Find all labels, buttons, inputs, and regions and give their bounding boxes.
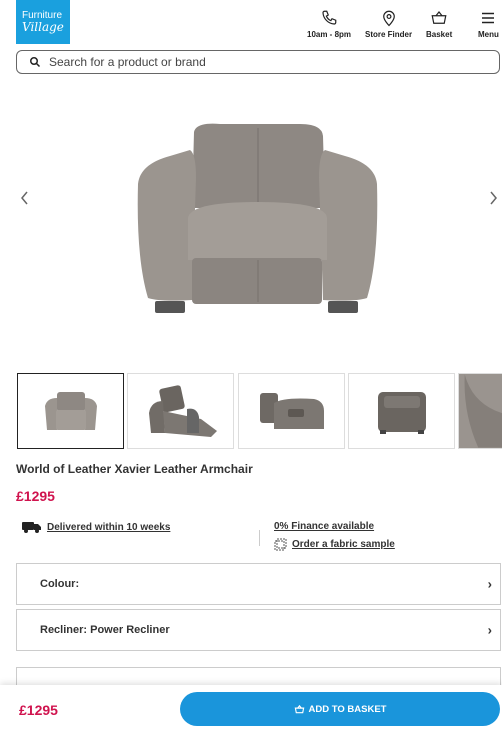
- delivery-info[interactable]: Delivered within 10 weeks: [22, 521, 170, 533]
- store-finder-label: Store Finder: [365, 30, 413, 39]
- armchair-front-thumbnail: [44, 392, 97, 430]
- basket-icon: [294, 704, 304, 713]
- phone-icon: [322, 10, 337, 25]
- thumbnail-4[interactable]: [348, 373, 455, 449]
- finance-link[interactable]: 0% Finance available: [274, 521, 374, 532]
- opening-hours-link[interactable]: 10am - 8pm: [307, 9, 351, 39]
- thumbnail-3[interactable]: [238, 373, 345, 449]
- delivery-truck-icon: [22, 522, 41, 533]
- chevron-left-icon: [21, 191, 28, 205]
- footer-price: £1295: [19, 702, 58, 718]
- menu-button[interactable]: Menu: [478, 9, 499, 39]
- logo-line-2: Village: [22, 20, 64, 34]
- product-title: World of Leather Xavier Leather Armchair: [16, 462, 253, 476]
- store-finder-link[interactable]: Store Finder: [365, 9, 412, 39]
- opening-hours-label: 10am - 8pm: [307, 30, 352, 39]
- armchair-back-thumbnail: [377, 392, 426, 434]
- chevron-right-icon: [490, 191, 497, 205]
- thumbnail-1[interactable]: [17, 373, 124, 449]
- search-input[interactable]: [49, 55, 469, 69]
- chevron-right-icon: ›: [487, 622, 492, 638]
- add-to-basket-button[interactable]: ADD TO BASKET: [180, 692, 500, 726]
- basket-icon: [431, 11, 447, 24]
- search-icon: [30, 57, 41, 68]
- recliner-selector[interactable]: Recliner: Power Recliner ›: [16, 609, 501, 651]
- thumbnail-2[interactable]: [127, 373, 234, 449]
- colour-label: Colour:: [40, 578, 80, 590]
- thumbnail-5[interactable]: [458, 373, 502, 449]
- menu-label: Menu: [478, 30, 499, 39]
- basket-label: Basket: [426, 30, 453, 39]
- hamburger-menu-icon: [482, 12, 495, 24]
- armchair-reclined-thumbnail: [148, 385, 217, 437]
- colour-selector[interactable]: Colour: ›: [16, 563, 501, 605]
- chevron-right-icon: ›: [487, 576, 492, 592]
- furniture-village-logo[interactable]: Furniture Village: [16, 0, 70, 44]
- basket-link[interactable]: Basket: [426, 9, 452, 39]
- fabric-sample-link[interactable]: Order a fabric sample: [292, 539, 395, 550]
- product-price: £1295: [16, 488, 55, 504]
- info-divider: [259, 530, 260, 546]
- delivery-link[interactable]: Delivered within 10 weeks: [47, 522, 170, 533]
- fabric-sample-icon: [274, 538, 287, 551]
- armchair-side-thumbnail: [259, 393, 324, 429]
- recliner-label: Recliner: Power Recliner: [40, 624, 170, 636]
- armchair-main-image: [137, 123, 378, 313]
- add-to-basket-label: ADD TO BASKET: [308, 703, 387, 715]
- armchair-detail-thumbnail: [459, 374, 502, 448]
- location-pin-icon: [382, 10, 395, 27]
- fabric-sample-row[interactable]: Order a fabric sample: [274, 538, 395, 551]
- gallery-next-arrow[interactable]: [483, 188, 502, 208]
- gallery-prev-arrow[interactable]: [15, 188, 35, 208]
- search-bar[interactable]: [16, 50, 500, 74]
